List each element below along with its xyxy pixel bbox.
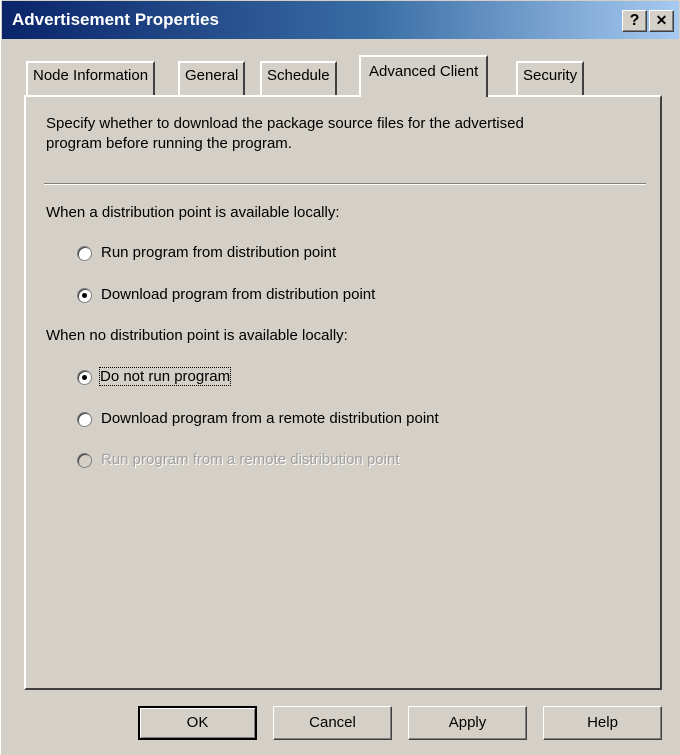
tab-schedule[interactable]: Schedule	[260, 61, 337, 95]
tab-label: Advanced Client	[369, 63, 479, 80]
group2-label: When no distribution point is available …	[46, 327, 348, 344]
dialog-window: Advertisement Properties ? ✕ Node Inform…	[0, 0, 680, 755]
radio-selected-dot	[82, 293, 87, 298]
radio-download-remote-label[interactable]: Download program from a remote distribut…	[101, 410, 439, 427]
description-line-2: program before running the program.	[46, 135, 292, 152]
tab-label: Node Information	[33, 67, 149, 84]
radio-do-not-run[interactable]	[77, 370, 92, 385]
radio-do-not-run-label[interactable]: Do not run program	[98, 367, 232, 386]
radio-download-from-dp[interactable]	[77, 288, 92, 303]
description-line-1: Specify whether to download the package …	[46, 115, 524, 132]
radio-selected-dot	[82, 375, 87, 380]
ok-button[interactable]: OK	[138, 706, 257, 740]
separator	[44, 183, 646, 185]
radio-download-remote[interactable]	[77, 412, 92, 427]
help-button[interactable]: Help	[543, 706, 662, 740]
title-bar: Advertisement Properties ? ✕	[2, 1, 679, 39]
group1-label: When a distribution point is available l…	[46, 204, 340, 221]
tab-security[interactable]: Security	[516, 61, 585, 95]
radio-run-remote-label: Run program from a remote distribution p…	[101, 451, 400, 468]
apply-button[interactable]: Apply	[408, 706, 527, 740]
tab-advanced-client[interactable]: Advanced Client	[359, 55, 489, 97]
window-title: Advertisement Properties	[12, 10, 219, 29]
radio-run-from-dp-label[interactable]: Run program from distribution point	[101, 244, 336, 261]
tab-label: General	[185, 67, 239, 84]
close-icon[interactable]: ✕	[649, 10, 674, 32]
radio-download-from-dp-label[interactable]: Download program from distribution point	[101, 286, 375, 303]
cancel-button[interactable]: Cancel	[273, 706, 392, 740]
tab-node-information[interactable]: Node Information	[26, 61, 156, 95]
radio-run-from-dp[interactable]	[77, 246, 92, 261]
tab-label: Security	[523, 67, 578, 84]
help-icon[interactable]: ?	[622, 10, 647, 32]
tab-label: Schedule	[267, 67, 330, 84]
radio-run-remote	[77, 453, 92, 468]
tab-general[interactable]: General	[178, 61, 246, 95]
